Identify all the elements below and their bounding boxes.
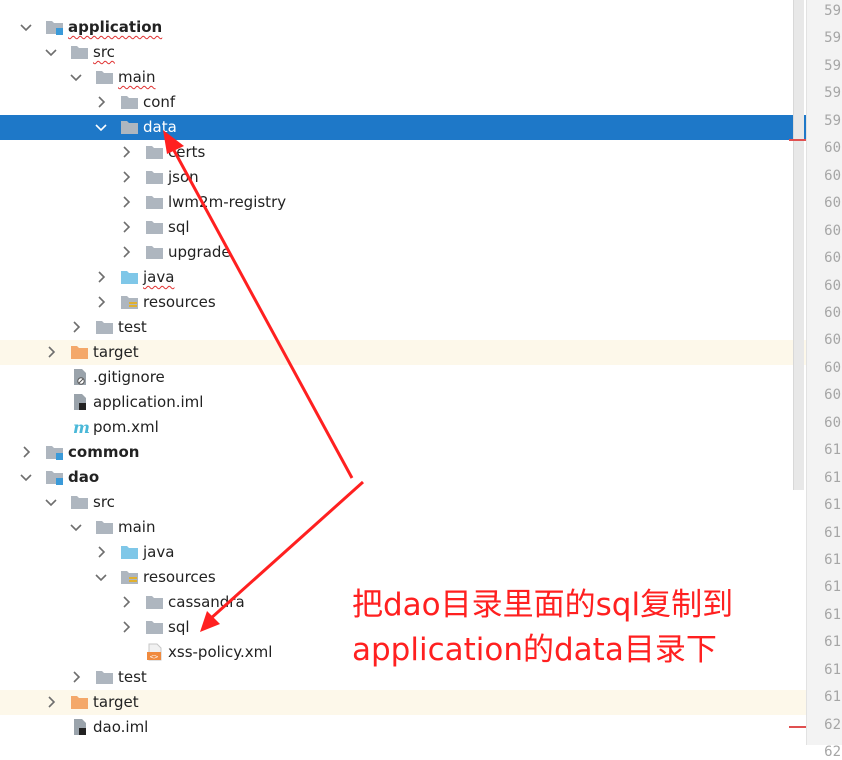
arrow-shaft-down <box>207 480 365 622</box>
annotation-line-1: 把dao目录里面的sql复制到 <box>352 587 734 623</box>
gutter-change-marker <box>789 139 806 141</box>
line-number: 62 <box>824 744 841 760</box>
annotation-line-2: application的data目录下 <box>352 632 717 668</box>
arrow-head-up-icon <box>163 130 184 154</box>
arrow-shaft-up <box>168 142 354 479</box>
annotation-text: 把dao目录里面的sql复制到 application的data目录下 <box>352 583 792 673</box>
gutter-change-marker <box>789 726 806 728</box>
